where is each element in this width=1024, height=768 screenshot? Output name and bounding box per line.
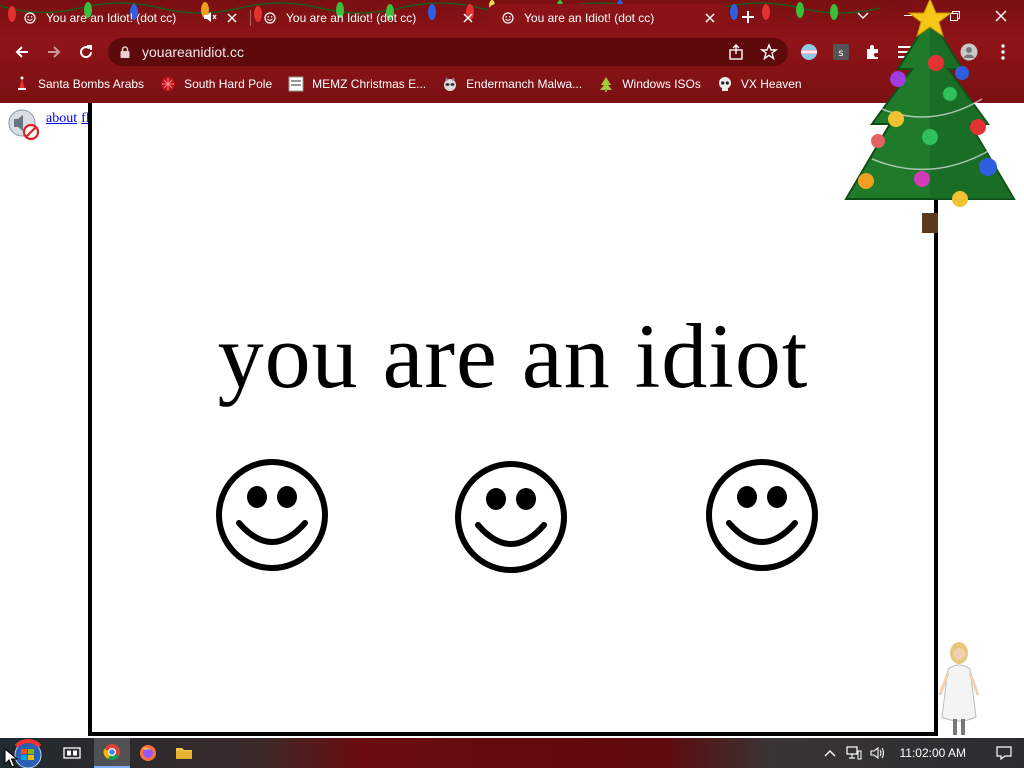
chevron-up-icon bbox=[824, 750, 835, 757]
page-icon bbox=[288, 76, 304, 92]
taskbar: 11:02:00 AM bbox=[0, 738, 1024, 768]
about-link[interactable]: about bbox=[46, 111, 77, 126]
bookmark-santa-bombs-arabs[interactable]: Santa Bombs Arabs bbox=[14, 76, 144, 92]
tab-close-icon[interactable] bbox=[702, 10, 718, 26]
tab-youareanidiot-2[interactable]: You are an Idiot! (dot cc) bbox=[250, 4, 486, 32]
flag-extension-icon[interactable] bbox=[800, 43, 818, 61]
arrow-right-icon bbox=[48, 46, 61, 58]
address-bar[interactable]: youareanidiot.cc bbox=[108, 38, 788, 66]
santa-icon bbox=[18, 76, 26, 90]
mouse-cursor-icon bbox=[4, 748, 18, 768]
bookmark-windows-isos[interactable]: Windows ISOs bbox=[598, 76, 701, 92]
system-tray: 11:02:00 AM bbox=[818, 738, 1024, 768]
smiley-face-icon bbox=[216, 459, 328, 571]
tab-close-icon[interactable] bbox=[224, 10, 240, 26]
smiley-favicon-icon bbox=[502, 12, 514, 24]
bookmark-label: Windows ISOs bbox=[622, 77, 701, 91]
network-button[interactable] bbox=[842, 738, 866, 768]
bookmark-label: Endermanch Malwa... bbox=[466, 77, 583, 91]
page-headline: you are an idiot bbox=[217, 305, 809, 407]
show-hidden-icons-button[interactable] bbox=[818, 738, 842, 768]
speaker-icon bbox=[869, 746, 884, 760]
taskbar-chrome[interactable] bbox=[94, 738, 130, 768]
tab-title: You are an Idiot! (dot cc) bbox=[286, 11, 417, 25]
taskbar-file-explorer[interactable] bbox=[166, 738, 202, 768]
bookmark-label: South Hard Pole bbox=[184, 77, 273, 91]
task-view-icon bbox=[63, 747, 81, 759]
firefox-icon bbox=[140, 745, 156, 761]
tab-audio-icon[interactable] bbox=[203, 11, 217, 23]
tab-title: You are an Idiot! (dot cc) bbox=[524, 11, 655, 25]
raccoon-icon bbox=[444, 77, 457, 91]
smiley-favicon-icon bbox=[24, 12, 36, 24]
volume-button[interactable] bbox=[866, 738, 890, 768]
snowflake-icon bbox=[161, 77, 176, 91]
network-icon bbox=[845, 746, 861, 760]
reload-icon bbox=[80, 45, 93, 59]
chrome-icon bbox=[103, 744, 120, 761]
sound-muted-icon[interactable] bbox=[7, 108, 41, 142]
tab-title: You are an Idiot! (dot cc) bbox=[46, 11, 177, 25]
arrow-left-icon bbox=[15, 46, 28, 58]
bookmark-label: MEMZ Christmas E... bbox=[312, 77, 427, 91]
smiley-face-icon bbox=[706, 459, 818, 571]
smiley-face-icon bbox=[455, 461, 567, 573]
lock-icon[interactable] bbox=[120, 46, 130, 58]
plus-icon bbox=[742, 11, 754, 23]
content-frame: you are an idiot bbox=[88, 103, 938, 736]
bookmark-memz-christmas[interactable]: MEMZ Christmas E... bbox=[288, 76, 426, 92]
reload-button[interactable] bbox=[74, 40, 98, 64]
forward-button[interactable] bbox=[42, 40, 66, 64]
url-text[interactable]: youareanidiot.cc bbox=[142, 44, 244, 60]
taskbar-firefox[interactable] bbox=[130, 738, 166, 768]
bookmark-label: Santa Bombs Arabs bbox=[38, 77, 145, 91]
bookmark-south-hard-pole[interactable]: South Hard Pole bbox=[160, 76, 272, 92]
new-tab-button[interactable] bbox=[737, 7, 759, 27]
christmas-tree-decoration bbox=[844, 0, 1016, 233]
share-icon[interactable] bbox=[728, 43, 746, 61]
bookmark-endermanch-malware[interactable]: Endermanch Malwa... bbox=[442, 76, 582, 92]
back-button[interactable] bbox=[10, 40, 34, 64]
bookmark-vx-heaven[interactable]: VX Heaven bbox=[717, 76, 802, 92]
dancing-figure-decoration bbox=[938, 642, 980, 735]
tab-youareanidiot-3[interactable]: You are an Idiot! (dot cc) bbox=[488, 4, 728, 32]
skull-icon bbox=[718, 77, 731, 91]
bookmark-star-icon[interactable] bbox=[760, 43, 778, 61]
folder-icon bbox=[176, 748, 192, 759]
task-view-button[interactable] bbox=[54, 738, 90, 768]
smiley-favicon-icon bbox=[264, 12, 276, 24]
notification-icon bbox=[996, 746, 1012, 760]
tab-close-icon[interactable] bbox=[460, 10, 476, 26]
tree-icon bbox=[600, 77, 613, 92]
bookmark-label: VX Heaven bbox=[740, 77, 802, 91]
taskbar-clock[interactable]: 11:02:00 AM bbox=[900, 746, 967, 760]
action-center-button[interactable] bbox=[984, 738, 1024, 768]
